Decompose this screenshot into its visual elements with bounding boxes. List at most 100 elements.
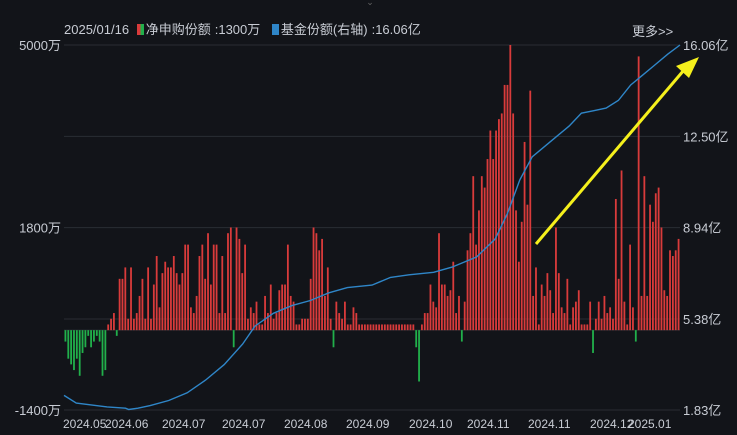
bar: [674, 250, 677, 331]
bar: [520, 221, 523, 331]
bar: [515, 210, 517, 331]
bar: [609, 307, 612, 331]
bar: [363, 324, 366, 331]
x-tick-label: 2024.09: [346, 417, 390, 431]
bar: [620, 170, 623, 331]
legend-series2-value: 16.06亿: [375, 22, 421, 37]
x-tick-label: 2024.10: [409, 417, 453, 431]
bar: [275, 313, 278, 331]
bar: [204, 278, 207, 331]
more-link[interactable]: 更多>>: [632, 21, 673, 40]
bar: [449, 290, 452, 331]
legend-series2-label: 基金份额(右轴): [280, 22, 368, 37]
bar: [640, 295, 643, 331]
grid-lines: [64, 44, 680, 411]
bar: [426, 313, 429, 331]
trend-arrow: [534, 57, 699, 245]
bar: [104, 330, 107, 371]
bar: [589, 301, 592, 331]
collapse-handle[interactable]: ⌄: [364, 0, 376, 7]
bar: [249, 307, 252, 331]
bar: [161, 273, 164, 331]
bar: [304, 318, 306, 331]
bar: [284, 284, 286, 331]
bar: [632, 307, 634, 331]
bar: [212, 244, 215, 331]
bar: [512, 113, 515, 331]
bar: [555, 227, 557, 331]
bar: [438, 233, 440, 331]
bar: [335, 301, 338, 331]
bar: [152, 284, 155, 331]
x-tick-label: 2024.11: [528, 417, 571, 431]
bar: [386, 324, 389, 331]
bar: [583, 324, 586, 331]
bar: [643, 176, 646, 331]
bar: [201, 244, 204, 331]
bar: [463, 301, 466, 331]
bar: [563, 313, 566, 331]
bar: [115, 330, 118, 336]
bar: [634, 330, 637, 342]
bar: [369, 324, 372, 331]
bar: [606, 313, 609, 331]
bar: [73, 330, 75, 371]
bar: [258, 324, 261, 331]
bar: [429, 284, 432, 331]
right-tick-label: 1.83亿: [683, 403, 721, 418]
bar: [93, 330, 95, 342]
bar: [184, 244, 187, 331]
bar: [75, 330, 78, 359]
bar: [389, 324, 392, 331]
trend-arrow-line: [534, 69, 686, 245]
bar: [472, 176, 475, 331]
bar: [566, 278, 569, 331]
bar: [332, 330, 335, 348]
bar: [281, 284, 284, 331]
legend-series1-label: 净申购份额: [145, 22, 211, 37]
bar: [623, 301, 626, 331]
bar: [132, 318, 135, 331]
legend-series1-value: 1300万: [218, 22, 261, 37]
bar: [301, 318, 304, 331]
bar: [167, 267, 169, 331]
bar: [264, 295, 266, 331]
bar: [81, 330, 84, 353]
legend-item-fund-share: 基金份额(右轴):16.06亿: [271, 22, 425, 37]
x-axis-labels: 2024.052024.06 2024.07 2024.07 2024.08 2024.…: [63, 417, 672, 431]
bar: [552, 313, 554, 331]
bar: [594, 318, 597, 331]
bar: [175, 273, 178, 331]
bar: [272, 318, 275, 331]
bar: [612, 318, 614, 331]
bar: [469, 233, 472, 331]
bar: [107, 324, 110, 331]
bar: [486, 159, 489, 331]
bar: [224, 313, 227, 331]
bar: [170, 267, 172, 331]
bar: [535, 267, 537, 331]
right-tick-label: 16.06亿: [683, 38, 729, 53]
bar: [600, 318, 603, 331]
fund-share-chart: 5000万1800万-1400万 16.06亿12.50亿8.94亿5.38亿1…: [15, 38, 729, 431]
bar: [361, 324, 363, 331]
bar: [660, 227, 663, 331]
bar: [418, 330, 420, 382]
bar: [218, 313, 221, 331]
bar: [355, 313, 358, 331]
bar: [346, 324, 349, 331]
bar: [646, 295, 649, 331]
bar: [432, 301, 435, 331]
bar: [506, 84, 509, 331]
bar: [101, 330, 104, 376]
x-tick-label: 2024.07: [222, 417, 266, 431]
bar: [500, 113, 503, 331]
bar: [478, 210, 480, 331]
bar: [298, 324, 301, 331]
x-tick-label: 2024.11: [467, 417, 510, 431]
bar: [215, 244, 218, 331]
bar: [349, 324, 352, 331]
bar: [267, 313, 269, 331]
bar: [580, 324, 583, 331]
bar: [671, 256, 674, 331]
